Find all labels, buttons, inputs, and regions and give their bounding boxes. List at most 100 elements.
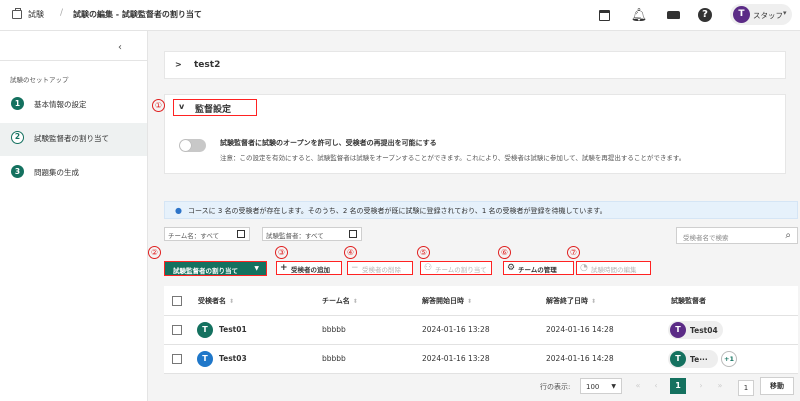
proctor-chip: T Test04 <box>668 321 723 339</box>
proctor-open-toggle[interactable] <box>179 139 206 152</box>
edit-icon <box>237 230 245 238</box>
sort-icon[interactable]: ⬍ <box>229 298 234 305</box>
proctor-filter-label: 試験監督者：すべて <box>266 232 324 240</box>
end-time: 2024-01-16 14:28 <box>546 325 614 334</box>
breadcrumb-root[interactable]: 試験 <box>28 9 44 20</box>
column-header-name[interactable]: 受検者名 ⬍ <box>198 296 234 306</box>
test-title: test2 <box>194 60 221 70</box>
avatar: T <box>670 351 686 367</box>
step-number: 2 <box>11 131 24 144</box>
button-label: 試験監督者の割り当て <box>173 267 238 275</box>
column-header-proctor: 試験監督者 <box>671 296 706 306</box>
goto-page-button[interactable]: 移動 <box>760 377 794 395</box>
annotation-marker-5: ⑤ <box>417 246 430 259</box>
proctor-settings-title: 監督設定 <box>195 105 232 115</box>
sort-icon[interactable]: ⬍ <box>353 298 358 305</box>
proctor-chip: T Te··· <box>668 350 718 368</box>
rows-per-page-value: 100 <box>586 383 600 391</box>
goto-page-input[interactable]: 1 <box>738 380 754 396</box>
top-bar: 試験 / 試験の編集 - 試験監督者の割り当て 🔔︎ ? T スタッフ ▾ <box>0 0 800 31</box>
sidebar: ‹ 試験のセットアップ 1 基本情報の設定 2 試験監督者の割り当て 3 問題集… <box>0 31 148 401</box>
team-icon: ⚇ <box>424 263 433 273</box>
avatar: T <box>670 322 686 338</box>
annotation-marker-1: ① <box>152 99 165 112</box>
examinee-name: Test01 <box>219 325 247 334</box>
calendar-icon[interactable] <box>597 7 611 23</box>
page-title: 試験の編集 - 試験監督者の割り当て <box>73 10 202 19</box>
rows-per-page-label: 行の表示: <box>540 383 571 391</box>
team-filter[interactable]: チーム名：すべて <box>164 227 250 241</box>
prev-page-icon[interactable]: ‹ <box>648 378 664 394</box>
collapse-sidebar-button[interactable]: ‹ <box>118 42 122 53</box>
search-placeholder: 受検者名で検索 <box>683 234 729 242</box>
manage-team-button[interactable]: ⚙ チームの管理 <box>503 261 574 275</box>
edit-icon <box>349 230 357 238</box>
chevron-down-icon: ▾ <box>783 9 787 17</box>
step-number: 1 <box>11 97 24 110</box>
bell-icon[interactable]: 🔔︎ <box>631 7 648 23</box>
row-checkbox[interactable] <box>172 325 182 335</box>
column-header-end[interactable]: 解答終了日時 ⬍ <box>546 296 596 306</box>
annotation-marker-3: ③ <box>275 246 288 259</box>
team-filter-label: チーム名：すべて <box>168 232 220 240</box>
chevron-down-icon[interactable]: v <box>179 102 184 111</box>
column-label: 受検者名 <box>198 297 226 305</box>
annotation-marker-6: ⑥ <box>498 246 511 259</box>
button-label: 受検者の削除 <box>362 266 401 274</box>
row-checkbox[interactable] <box>172 354 182 364</box>
test-card[interactable]: > test2 <box>164 51 786 79</box>
info-banner: ● コースに 3 名の受検者が存在します。そのうち、2 名の受検者が既に試験に登… <box>164 201 798 219</box>
assign-proctor-button[interactable]: 試験監督者の割り当て ▼ <box>164 261 267 276</box>
chevron-right-icon[interactable]: > <box>175 60 182 69</box>
avatar: T <box>197 351 213 367</box>
step-label: 試験監督者の割り当て <box>34 134 109 143</box>
edit-exam-time-button[interactable]: ◔ 試験時間の編集 <box>576 261 651 275</box>
breadcrumb-separator: / <box>60 8 64 18</box>
column-label: チーム名 <box>322 297 350 305</box>
sidebar-step-question-set[interactable]: 3 問題集の生成 <box>0 157 147 190</box>
sort-icon[interactable]: ⬍ <box>591 298 596 305</box>
caret-down-icon: ▼ <box>611 383 616 390</box>
button-label: 受検者の追加 <box>291 266 330 274</box>
proctor-name: Test04 <box>690 326 718 335</box>
last-page-icon[interactable]: » <box>712 378 728 394</box>
examinee-name: Test03 <box>219 354 247 363</box>
next-page-icon[interactable]: › <box>693 378 709 394</box>
annotation-marker-7: ⑦ <box>567 246 580 259</box>
search-icon[interactable]: ⌕ <box>785 230 791 241</box>
help-icon[interactable]: ? <box>698 7 712 23</box>
sort-icon[interactable]: ⬍ <box>467 298 472 305</box>
table-header: 受検者名 ⬍ チーム名 ⬍ 解答開始日時 ⬍ 解答終了日時 ⬍ 試験監督者 <box>164 286 798 316</box>
sidebar-step-basic-info[interactable]: 1 基本情報の設定 <box>0 89 147 122</box>
user-menu[interactable]: T スタッフ ▾ <box>730 4 792 25</box>
rows-per-page-select[interactable]: 100 ▼ <box>580 378 622 394</box>
toggle-note: 注意：この設定を有効にすると、試験監督者は試験をオープンすることができます。これ… <box>220 154 686 162</box>
user-name: スタッフ <box>753 11 783 20</box>
remove-examinee-button[interactable]: − 受検者の削除 <box>347 261 413 275</box>
proctor-filter[interactable]: 試験監督者：すべて <box>262 227 362 241</box>
divider <box>0 60 147 61</box>
minus-icon: − <box>351 263 359 273</box>
table-row[interactable]: T Test01 bbbbb 2024-01-16 13:28 2024-01-… <box>164 316 798 345</box>
step-number: 3 <box>11 165 24 178</box>
column-header-team[interactable]: チーム名 ⬍ <box>322 296 358 306</box>
assign-team-button[interactable]: ⚇ チームの割り当て <box>420 261 492 275</box>
car-icon[interactable] <box>666 7 680 23</box>
more-proctors-badge[interactable]: +1 <box>721 351 737 367</box>
table-row[interactable]: T Test03 bbbbb 2024-01-16 13:28 2024-01-… <box>164 345 798 374</box>
button-label: 試験時間の編集 <box>591 266 637 274</box>
page-1-button[interactable]: 1 <box>670 378 686 394</box>
caret-down-icon: ▼ <box>254 265 259 272</box>
clock-icon: ◔ <box>580 263 588 273</box>
team-settings-icon: ⚙ <box>507 263 516 273</box>
search-input[interactable]: 受検者名で検索 ⌕ <box>676 227 798 244</box>
step-label: 問題集の生成 <box>34 168 79 177</box>
info-text: コースに 3 名の受検者が存在します。そのうち、2 名の受検者が既に試験に登録さ… <box>188 207 607 215</box>
select-all-checkbox[interactable] <box>172 296 182 306</box>
chat-bubble-icon: ● <box>175 206 182 215</box>
first-page-icon[interactable]: « <box>630 378 646 394</box>
sidebar-step-proctor-assignment[interactable]: 2 試験監督者の割り当て <box>0 123 147 156</box>
column-header-start[interactable]: 解答開始日時 ⬍ <box>422 296 472 306</box>
add-examinee-button[interactable]: + 受検者の追加 <box>276 261 342 275</box>
team-name: bbbbb <box>322 354 346 363</box>
